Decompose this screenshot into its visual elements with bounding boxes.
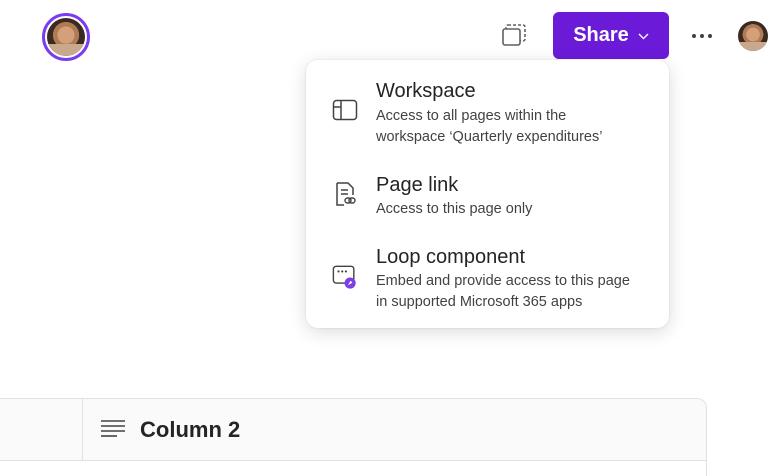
workspace-icon xyxy=(332,97,358,123)
menu-item-description: Access to all pages within the workspace… xyxy=(376,106,602,148)
column-header-2[interactable]: Column 2 xyxy=(100,399,240,461)
menu-item-loop-component[interactable]: Loop component Embed and provide access … xyxy=(306,242,669,314)
menu-item-description: Embed and provide access to this page in… xyxy=(376,271,630,313)
page-link-icon xyxy=(332,181,358,207)
description-line: workspace ‘Quarterly expenditures’ xyxy=(376,129,603,145)
description-line: Embed and provide access to this page xyxy=(376,273,630,289)
table-row[interactable] xyxy=(0,461,706,476)
present-icon xyxy=(501,23,527,52)
more-icon-dot xyxy=(708,34,712,38)
share-label: Share xyxy=(573,24,629,46)
description-line: in supported Microsoft 365 apps xyxy=(376,294,583,310)
account-avatar[interactable] xyxy=(738,21,768,51)
menu-item-workspace[interactable]: Workspace Access to all pages within the… xyxy=(306,78,669,150)
collaborator-avatar[interactable] xyxy=(42,13,90,61)
menu-item-description: Access to this page only xyxy=(376,199,532,220)
menu-item-page-link[interactable]: Page link Access to this page only xyxy=(306,170,669,220)
share-menu: Workspace Access to all pages within the… xyxy=(306,60,669,328)
more-icon-dot xyxy=(692,34,696,38)
menu-item-title: Loop component xyxy=(376,246,526,268)
loop-page: Share Workspace Access to all pages with… xyxy=(0,0,783,476)
column-header-label: Column 2 xyxy=(140,417,241,442)
menu-item-title: Workspace xyxy=(376,80,476,102)
more-icon-dot xyxy=(700,34,704,38)
share-button[interactable]: Share xyxy=(553,12,669,59)
chevron-down-icon xyxy=(638,33,649,40)
menu-item-title: Page link xyxy=(376,174,459,196)
loop-component-icon xyxy=(332,264,358,290)
avatar-photo xyxy=(47,18,85,56)
more-options-button[interactable] xyxy=(688,25,716,47)
present-button[interactable] xyxy=(498,22,530,52)
description-line: Access to all pages within the xyxy=(376,108,567,124)
description-line: Access to this page only xyxy=(376,201,533,217)
text-column-icon xyxy=(100,419,126,442)
data-table: Column 2 xyxy=(0,398,707,476)
